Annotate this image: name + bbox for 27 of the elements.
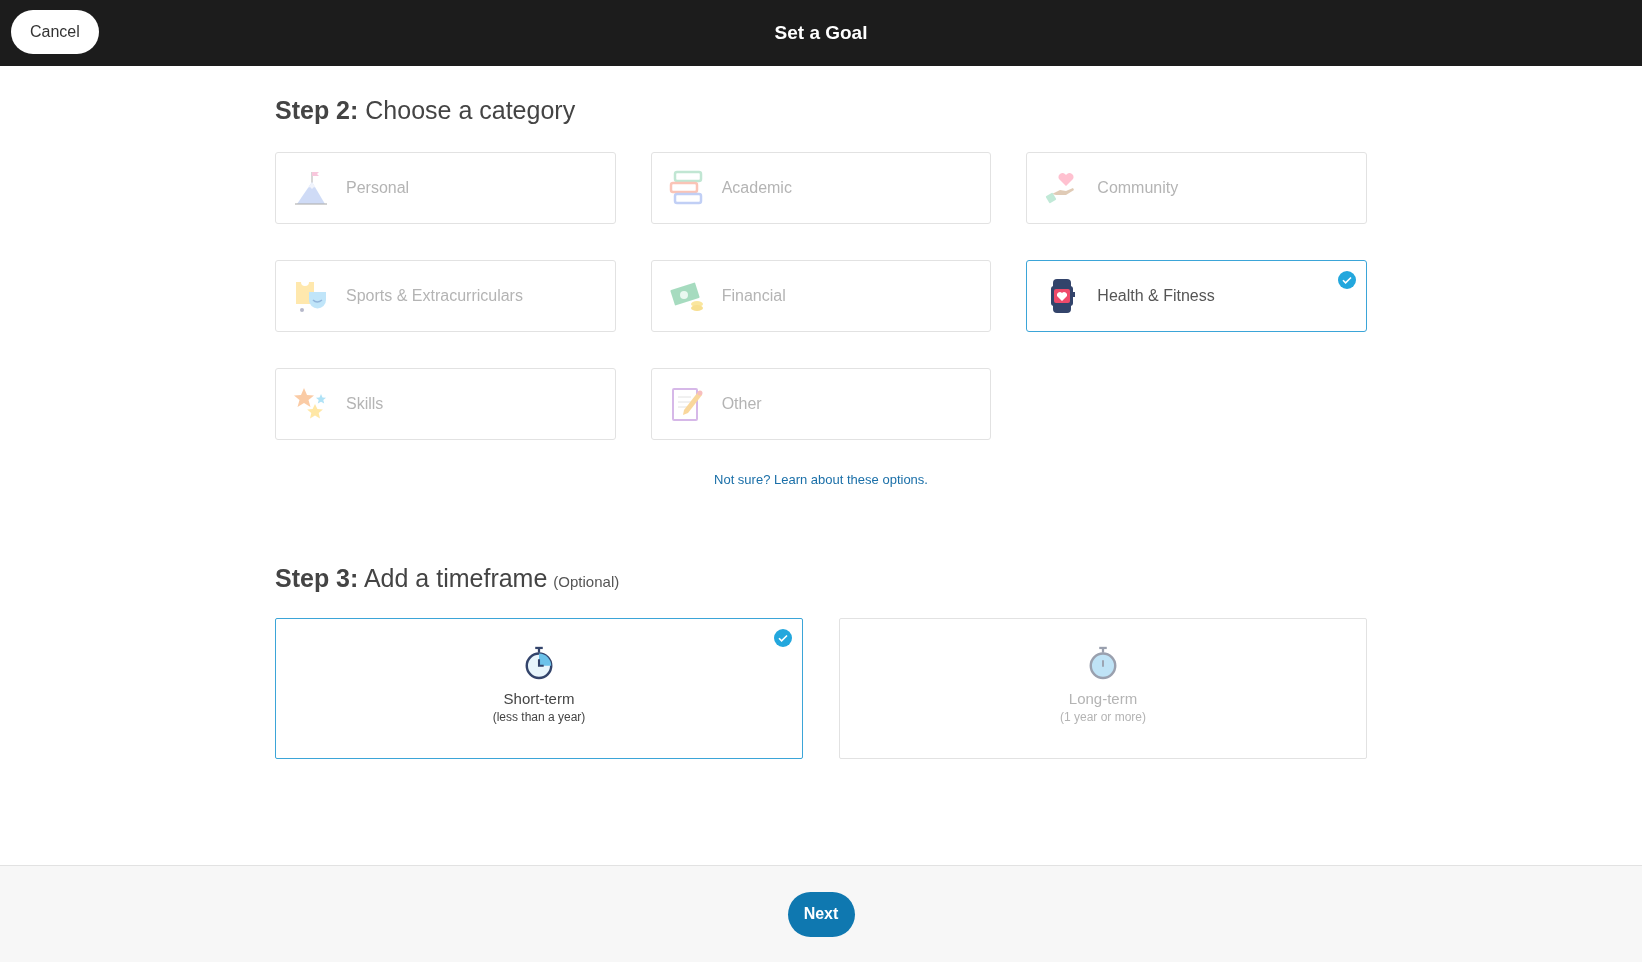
category-option[interactable]: Community [1026, 152, 1367, 224]
step-heading: Step 3: Add a timeframe [275, 564, 548, 593]
category-option[interactable]: Skills [275, 368, 616, 440]
check-icon [1338, 271, 1356, 289]
check-icon [774, 629, 792, 647]
cancel-button[interactable]: Cancel [11, 10, 99, 54]
timeframe-subtitle: (1 year or more) [1060, 710, 1146, 724]
category-option[interactable]: Sports & Extracurriculars [275, 260, 616, 332]
stopwatch-icon [1087, 646, 1119, 680]
timeframe-option[interactable]: Short-term (less than a year) [275, 618, 803, 759]
step-heading: Step 2: Choose a category [275, 96, 577, 125]
optional-note: (Optional) [553, 573, 620, 590]
next-button[interactable]: Next [787, 891, 855, 937]
mountain-icon [293, 170, 329, 206]
timeframe-title: Short-term [503, 690, 575, 707]
timeframe-title: Long-term [1068, 690, 1138, 707]
books-icon [668, 170, 705, 206]
stopwatch-icon [523, 646, 555, 680]
category-option[interactable]: Health & Fitness [1026, 260, 1367, 332]
category-option[interactable]: Financial [650, 260, 992, 332]
help-link[interactable]: Not sure? Learn about these options. [714, 472, 928, 487]
timeframe-subtitle: (less than a year) [492, 710, 586, 724]
page-title: Set a Goal [774, 22, 868, 44]
category-option[interactable]: Other [650, 368, 992, 440]
category-option[interactable]: Academic [650, 152, 992, 224]
timeframe-option[interactable]: Long-term (1 year or more) [839, 618, 1367, 759]
category-option[interactable]: Personal [275, 152, 616, 224]
